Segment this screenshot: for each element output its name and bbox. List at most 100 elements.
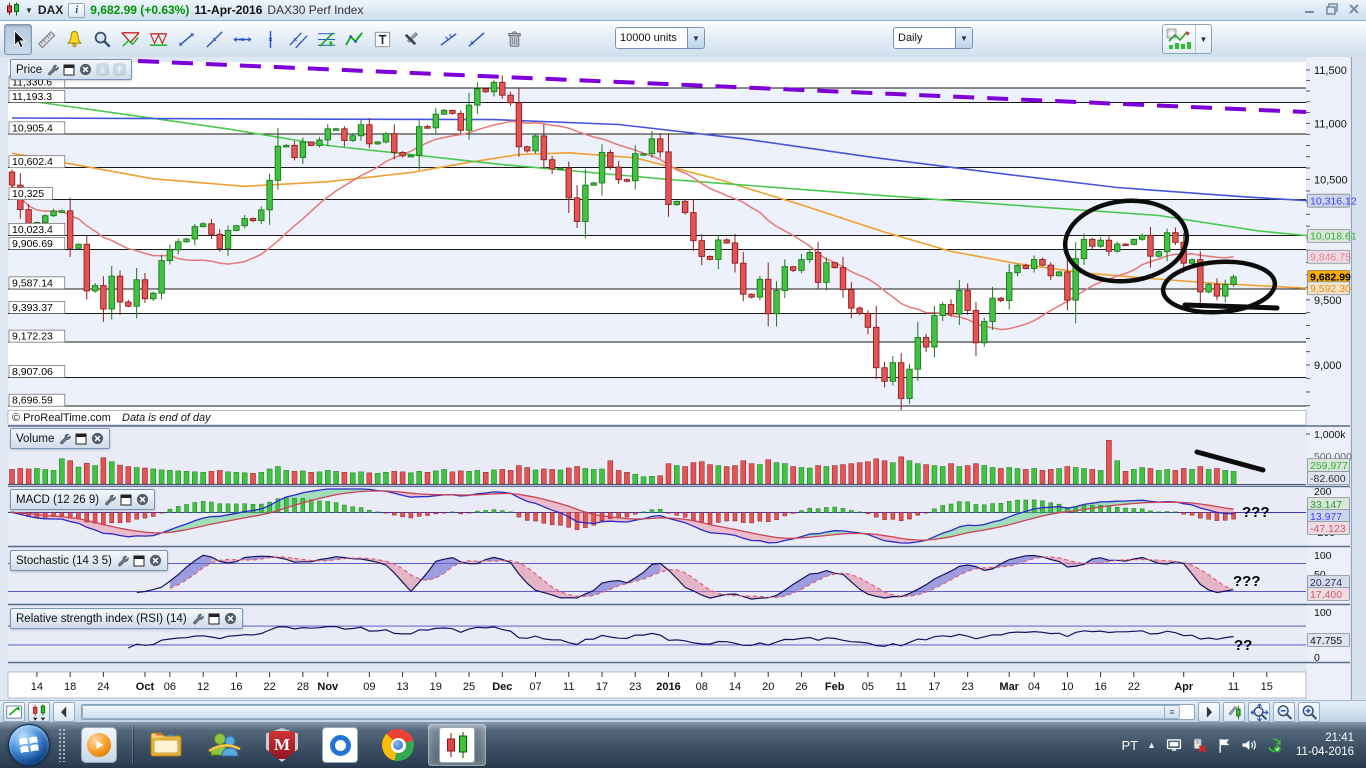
add-indicator-button[interactable]: ▼ <box>1162 24 1212 54</box>
wrench-icon[interactable] <box>116 554 129 567</box>
date-axis-label: 12 <box>197 681 209 693</box>
tray-flag-icon[interactable] <box>1215 736 1233 754</box>
move-down-icon[interactable] <box>96 63 109 76</box>
zoom-in-button[interactable] <box>1298 702 1320 722</box>
tool-alert[interactable] <box>60 24 88 55</box>
window-icon[interactable] <box>120 494 132 506</box>
panel-price-label: Price <box>16 64 42 76</box>
tool-pointer[interactable] <box>4 24 32 55</box>
move-up-icon[interactable] <box>113 63 126 76</box>
panel-header-stoch[interactable]: Stochastic (14 3 5) <box>10 550 168 571</box>
tool-fibonacci[interactable] <box>312 24 340 55</box>
tool-vertical-line[interactable] <box>256 24 284 55</box>
units-select[interactable]: 10000 units ▼ <box>615 27 705 49</box>
close-panel-icon[interactable] <box>91 432 104 445</box>
window-icon[interactable] <box>208 613 220 625</box>
minimize-button[interactable] <box>1304 3 1316 15</box>
panel-header-macd[interactable]: MACD (12 26 9) <box>10 489 155 510</box>
tool-trendline[interactable] <box>200 24 228 55</box>
language-indicator[interactable]: PT <box>1121 738 1138 753</box>
tray-sync-icon[interactable] <box>1265 736 1283 754</box>
panel-header-price[interactable]: Price <box>10 59 132 80</box>
tool-drawing-tools[interactable] <box>396 24 424 55</box>
taskbar-clock[interactable]: 21:41 11-04-2016 <box>1292 731 1362 759</box>
close-panel-icon[interactable] <box>149 554 162 567</box>
price-axis-tick: 9,500 <box>1314 295 1342 307</box>
chart-scrollbar[interactable]: ≡ <box>81 704 1195 720</box>
tool-parallel-lines[interactable] <box>284 24 312 55</box>
tool-extended-line[interactable] <box>434 24 462 55</box>
tool-trash[interactable] <box>500 24 528 55</box>
restore-button[interactable] <box>1326 3 1338 15</box>
candle-options-button[interactable] <box>28 702 50 722</box>
price-axis-tick: 9,000 <box>1314 360 1342 372</box>
date-axis-label: 07 <box>529 681 541 693</box>
info-button[interactable]: i <box>68 3 85 18</box>
wrench-candle-button[interactable] <box>1223 702 1245 722</box>
wrench-icon[interactable] <box>46 63 59 76</box>
scroll-right-button[interactable] <box>1198 702 1220 722</box>
window-icon[interactable] <box>63 64 75 76</box>
panel-header-rsi[interactable]: Relative strength index (RSI) (14) <box>10 608 243 629</box>
taskbar-app-mcafee[interactable]: M <box>254 725 310 765</box>
tool-zigzag[interactable] <box>340 24 368 55</box>
window-icon[interactable] <box>133 555 145 567</box>
price-level-label: 9,587.14 <box>12 277 53 289</box>
zigzag-icon <box>344 29 365 50</box>
tool-horizontal-line[interactable] <box>228 24 256 55</box>
wrench-icon[interactable] <box>191 612 204 625</box>
taskbar-app-messenger[interactable] <box>196 725 252 765</box>
scrollbar-thumb[interactable]: ≡ <box>82 705 1180 719</box>
tool-zoom[interactable] <box>88 24 116 55</box>
tool-ruler[interactable] <box>32 24 60 55</box>
scrollbar-grip[interactable]: ≡ <box>1164 706 1179 718</box>
date-axis-label: 11 <box>1228 681 1239 693</box>
date-axis-label: 17 <box>928 681 940 693</box>
taskbar-app-browser[interactable] <box>312 725 368 765</box>
annotation-question-marks: ??? <box>1242 504 1270 521</box>
copyright-text: © ProRealTime.com <box>12 412 111 424</box>
scroll-left-icon <box>55 703 74 722</box>
panel-header-volume[interactable]: Volume <box>10 428 110 449</box>
data-note-text: Data is end of day <box>122 412 212 424</box>
tray-volume-icon[interactable] <box>1240 736 1258 754</box>
scroll-left-button[interactable] <box>53 702 75 722</box>
wrench-icon[interactable] <box>58 432 71 445</box>
start-button[interactable] <box>8 724 50 766</box>
date-axis-label: 24 <box>97 681 109 693</box>
date-axis-label: 16 <box>1094 681 1106 693</box>
taskbar-app-explorer[interactable] <box>138 725 194 765</box>
window-icon[interactable] <box>75 433 87 445</box>
zoom-out-icon <box>1275 703 1294 722</box>
drawing-toolbar: 10000 units ▼ Daily ▼ ▼ <box>0 21 1366 58</box>
price-level-label: 10,905.4 <box>12 122 53 134</box>
wrench-icon[interactable] <box>103 493 116 506</box>
taskbar-app-media-player[interactable] <box>71 725 127 765</box>
drawing-tools-icon <box>400 29 421 50</box>
tray-eject-icon[interactable] <box>1190 736 1208 754</box>
symbol-dropdown-caret[interactable]: ▼ <box>25 6 33 15</box>
annotation-question-marks: ??? <box>1233 573 1261 590</box>
zoom-pan-button[interactable] <box>1248 702 1270 722</box>
tray-monitor-icon[interactable] <box>1165 736 1183 754</box>
tool-pattern-top[interactable] <box>116 24 144 55</box>
chart-canvas[interactable]: 11,330.611,193.310,905.410,602.410,32510… <box>0 57 1366 700</box>
date-axis-label: 25 <box>463 681 475 693</box>
close-panel-icon[interactable] <box>136 493 149 506</box>
panel-stoch-label: Stochastic (14 3 5) <box>16 555 112 567</box>
taskbar-app-trading-app[interactable] <box>428 724 486 766</box>
tool-text[interactable] <box>368 24 396 55</box>
export-chart-button[interactable] <box>3 702 25 722</box>
close-panel-icon[interactable] <box>79 63 92 76</box>
taskbar-app-chrome[interactable] <box>370 725 426 765</box>
tool-ray[interactable] <box>462 24 490 55</box>
close-panel-icon[interactable] <box>224 612 237 625</box>
tool-pattern-range[interactable] <box>144 24 172 55</box>
zoom-out-button[interactable] <box>1273 702 1295 722</box>
date-axis-label: 13 <box>396 681 408 693</box>
timeframe-select[interactable]: Daily ▼ <box>893 27 973 49</box>
pointer-icon <box>8 29 29 50</box>
close-button[interactable] <box>1348 3 1360 15</box>
tray-expand-chevron[interactable]: ▲ <box>1147 740 1156 750</box>
tool-segment[interactable] <box>172 24 200 55</box>
